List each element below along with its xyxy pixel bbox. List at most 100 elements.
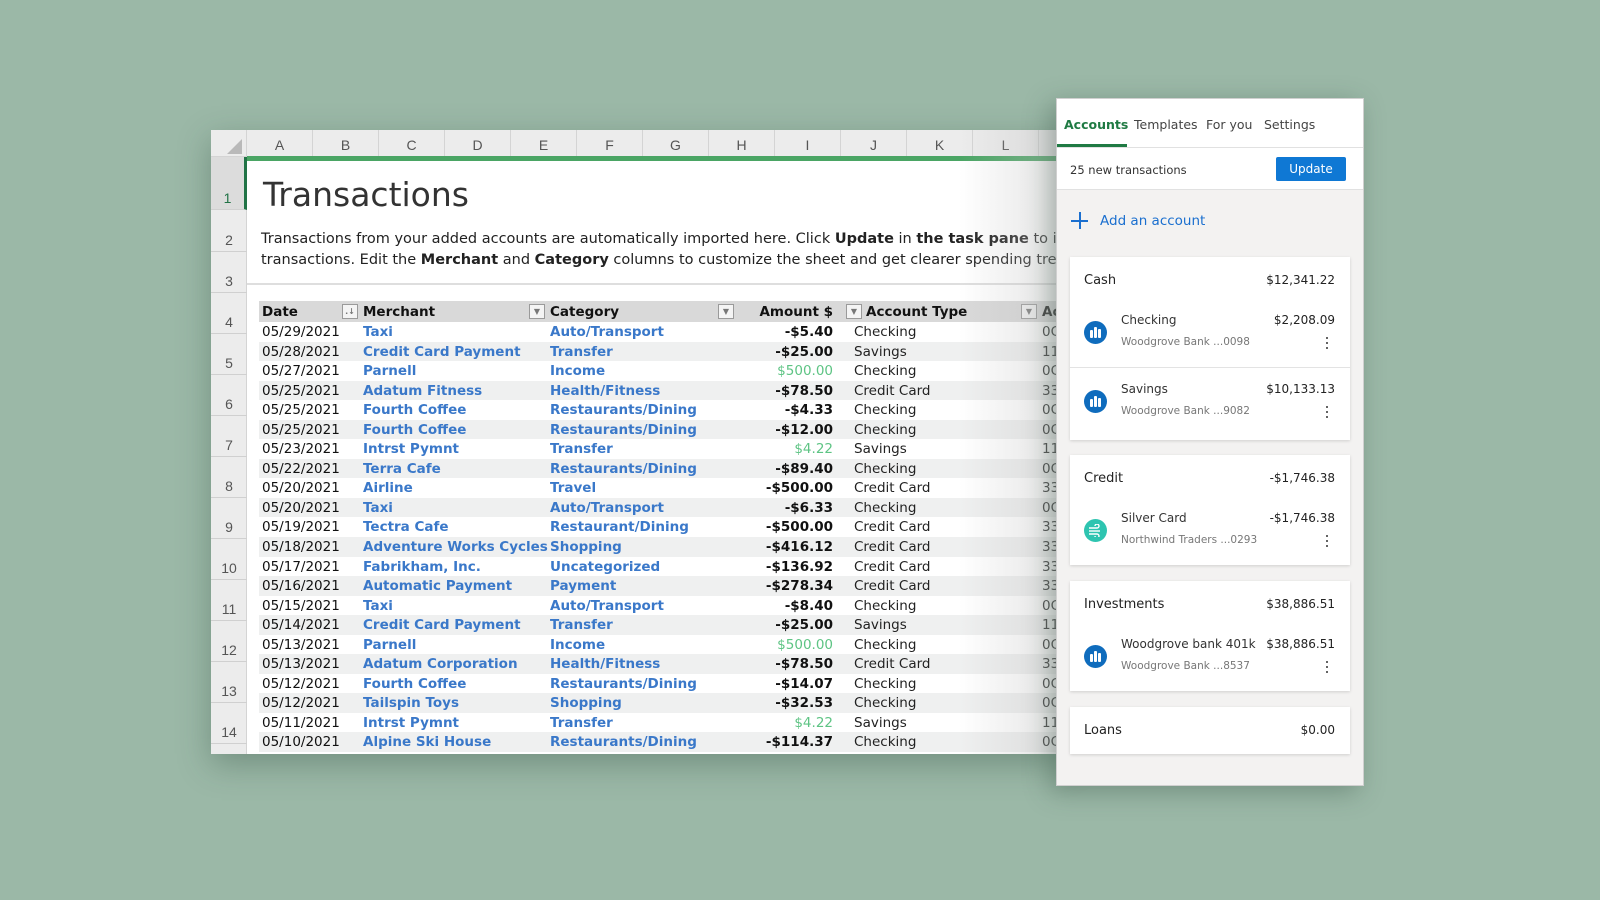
sort-descending-icon[interactable]: .↓ xyxy=(342,304,358,319)
cell-date[interactable]: 05/27/2021 xyxy=(262,363,340,379)
row-header[interactable]: 2 xyxy=(211,210,247,252)
tab-templates[interactable]: Templates xyxy=(1134,117,1198,132)
cell-amount[interactable]: -$89.40 xyxy=(775,461,833,477)
cell-account-type[interactable]: Checking xyxy=(854,363,916,379)
cell-amount[interactable]: -$5.40 xyxy=(785,324,833,340)
cell-account-type[interactable]: Savings xyxy=(854,441,907,457)
column-header[interactable]: G xyxy=(643,130,709,157)
row-header[interactable]: 11 xyxy=(211,580,247,621)
cell-account-type[interactable]: Checking xyxy=(854,500,916,516)
column-header[interactable]: D xyxy=(445,130,511,157)
cell-date[interactable]: 05/12/2021 xyxy=(262,676,340,692)
cell-amount[interactable]: -$278.34 xyxy=(766,578,833,594)
cell-date[interactable]: 05/11/2021 xyxy=(262,715,340,731)
cell-amount[interactable]: -$25.00 xyxy=(775,344,833,360)
cell-account-type[interactable]: Savings xyxy=(854,617,907,633)
cell-date[interactable]: 05/12/2021 xyxy=(262,695,340,711)
cell-category[interactable]: Income xyxy=(550,637,605,653)
tab-accounts[interactable]: Accounts xyxy=(1064,117,1128,132)
cell-account-type[interactable]: Checking xyxy=(854,734,916,750)
tab-for-you[interactable]: For you xyxy=(1206,117,1252,132)
row-header[interactable]: 7 xyxy=(211,416,247,457)
cell-merchant[interactable]: Adatum Corporation xyxy=(363,656,518,672)
column-header[interactable]: K xyxy=(907,130,973,157)
table-row[interactable]: 05/27/2021 Parnell Income $500.00 Checking 0C xyxy=(259,361,1069,381)
cell-account-type[interactable]: Checking xyxy=(854,324,916,340)
table-row[interactable]: 05/25/2021 Fourth Coffee Restaurants/Dinin… xyxy=(259,400,1069,420)
table-row[interactable]: 05/20/2021 Airline Travel -$500.00 Credit Ca… xyxy=(259,478,1069,498)
cell-amount[interactable]: -$500.00 xyxy=(766,480,833,496)
cell-amount[interactable]: -$6.33 xyxy=(785,500,833,516)
table-row[interactable]: 05/10/2021 Alpine Ski House Restaurants/Di… xyxy=(259,732,1069,753)
cell-account-type[interactable]: Checking xyxy=(854,695,916,711)
cell-account-type[interactable]: Savings xyxy=(854,715,907,731)
select-all-corner[interactable] xyxy=(211,130,247,157)
cell-category[interactable]: Income xyxy=(550,363,605,379)
header-date[interactable]: Date xyxy=(262,304,298,320)
cell-category[interactable]: Auto/Transport xyxy=(550,500,664,516)
row-header[interactable]: 1 xyxy=(211,157,247,210)
cell-category[interactable]: Auto/Transport xyxy=(550,324,664,340)
cell-category[interactable]: Restaurants/Dining xyxy=(550,676,697,692)
cell-category[interactable]: Transfer xyxy=(550,441,613,457)
cell-category[interactable]: Transfer xyxy=(550,617,613,633)
cell-date[interactable]: 05/25/2021 xyxy=(262,402,340,418)
cell-account-type[interactable]: Credit Card xyxy=(854,519,930,535)
cell-date[interactable]: 05/10/2021 xyxy=(262,734,340,750)
cell-merchant[interactable]: Airline xyxy=(363,480,413,496)
cell-amount[interactable]: -$8.40 xyxy=(785,598,833,614)
cell-account-type[interactable]: Checking xyxy=(854,676,916,692)
cell-amount[interactable]: -$416.12 xyxy=(766,539,833,555)
cell-account-type[interactable]: Credit Card xyxy=(854,656,930,672)
cell-merchant[interactable]: Intrst Pymnt xyxy=(363,715,459,731)
filter-dropdown-icon[interactable]: ▼ xyxy=(846,304,862,319)
cell-account-type[interactable]: Credit Card xyxy=(854,480,930,496)
more-options-icon[interactable] xyxy=(1325,406,1329,420)
header-amount[interactable]: Amount $ xyxy=(759,304,833,320)
filter-dropdown-icon[interactable]: ▼ xyxy=(529,304,545,319)
column-header[interactable]: B xyxy=(313,130,379,157)
cell-account-type[interactable]: Checking xyxy=(854,637,916,653)
cell-category[interactable]: Restaurants/Dining xyxy=(550,422,697,438)
cell-category[interactable]: Payment xyxy=(550,578,616,594)
account-item[interactable]: Woodgrove bank 401k Woodgrove Bank ...853… xyxy=(1070,623,1350,691)
cell-date[interactable]: 05/22/2021 xyxy=(262,461,340,477)
cell-account-type[interactable]: Checking xyxy=(854,402,916,418)
table-row[interactable]: 05/28/2021 Credit Card Payment Transfer -$2… xyxy=(259,341,1069,362)
cell-date[interactable]: 05/29/2021 xyxy=(262,324,340,340)
cell-date[interactable]: 05/14/2021 xyxy=(262,617,340,633)
cell-merchant[interactable]: Terra Cafe xyxy=(363,461,441,477)
cell-merchant[interactable]: Credit Card Payment xyxy=(363,617,521,633)
cell-amount[interactable]: -$14.07 xyxy=(775,676,833,692)
cell-merchant[interactable]: Adatum Fitness xyxy=(363,383,482,399)
cell-merchant[interactable]: Credit Card Payment xyxy=(363,344,521,360)
table-row[interactable]: 05/18/2021 Adventure Works Cycles Shopping… xyxy=(259,537,1069,557)
cell-category[interactable]: Transfer xyxy=(550,715,613,731)
cell-category[interactable]: Auto/Transport xyxy=(550,598,664,614)
row-header[interactable]: 8 xyxy=(211,457,247,498)
cell-category[interactable]: Restaurants/Dining xyxy=(550,461,697,477)
account-item[interactable]: Savings Woodgrove Bank ...9082 $10,133.13 xyxy=(1070,367,1350,435)
cell-category[interactable]: Transfer xyxy=(550,344,613,360)
column-header[interactable]: L xyxy=(973,130,1039,157)
cell-merchant[interactable]: Alpine Ski House xyxy=(363,734,491,750)
cell-account-type[interactable]: Checking xyxy=(854,598,916,614)
cell-merchant[interactable]: Taxi xyxy=(363,500,393,516)
header-category[interactable]: Category xyxy=(550,304,619,320)
table-row[interactable]: 05/19/2021 Tectra Cafe Restaurant/Dining -$… xyxy=(259,517,1069,537)
cell-merchant[interactable]: Adventure Works Cycles xyxy=(363,539,548,555)
header-account-type[interactable]: Account Type xyxy=(866,304,967,320)
row-header[interactable]: 6 xyxy=(211,375,247,416)
cell-merchant[interactable]: Taxi xyxy=(363,598,393,614)
filter-dropdown-icon[interactable]: ▼ xyxy=(718,304,734,319)
cell-merchant[interactable]: Fabrikham, Inc. xyxy=(363,559,481,575)
more-options-icon[interactable] xyxy=(1325,337,1329,351)
cell-merchant[interactable]: Fourth Coffee xyxy=(363,676,466,692)
cell-account-type[interactable]: Credit Card xyxy=(854,383,930,399)
cell-date[interactable]: 05/20/2021 xyxy=(262,480,340,496)
table-row[interactable]: 05/12/2021 Tailspin Toys Shopping -$32.53 Ch… xyxy=(259,693,1069,713)
table-row[interactable]: 05/16/2021 Automatic Payment Payment -$278.… xyxy=(259,576,1069,596)
table-row[interactable]: 05/23/2021 Intrst Pymnt Transfer $4.22 Savin… xyxy=(259,439,1069,459)
more-options-icon[interactable] xyxy=(1325,661,1329,675)
cell-amount[interactable]: -$78.50 xyxy=(775,656,833,672)
